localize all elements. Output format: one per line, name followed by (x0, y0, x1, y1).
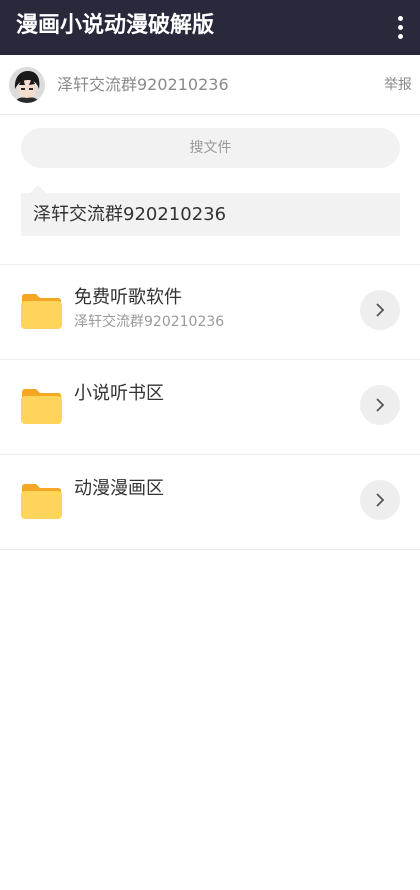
menu-dot (397, 24, 403, 30)
chevron-glyph (376, 493, 385, 507)
avatar[interactable] (9, 67, 45, 103)
owner-row: 泽轩交流群920210236 举报 (0, 55, 420, 115)
divider (0, 549, 420, 550)
folder-title: 免费听歌软件 (74, 287, 182, 308)
search-button[interactable]: 搜文件 (21, 128, 400, 168)
folder-icon (21, 484, 62, 519)
avatar-portrait-icon (9, 67, 45, 103)
folder-icon (21, 389, 62, 424)
folder-item-anime-comics[interactable]: 动漫漫画区 (0, 455, 420, 549)
chevron-right-icon[interactable] (360, 385, 400, 425)
folder-subtitle: 泽轩交流群920210236 (74, 314, 225, 330)
report-link[interactable]: 举报 (384, 75, 412, 95)
menu-dot (397, 33, 403, 39)
chevron-right-icon[interactable] (360, 480, 400, 520)
folder-title: 动漫漫画区 (74, 478, 164, 499)
notice-pointer (30, 185, 46, 193)
folder-item-free-music[interactable]: 免费听歌软件 泽轩交流群920210236 (0, 265, 420, 359)
owner-name: 泽轩交流群920210236 (57, 75, 229, 94)
notice-text: 泽轩交流群920210236 (21, 193, 400, 236)
more-vert-icon[interactable] (390, 12, 410, 42)
folder-item-novel-audiobook[interactable]: 小说听书区 (0, 360, 420, 454)
app-title: 漫画小说动漫破解版 (16, 13, 215, 38)
chevron-right-icon[interactable] (360, 290, 400, 330)
chevron-glyph (376, 398, 385, 412)
chevron-glyph (376, 303, 385, 317)
app-bar: 漫画小说动漫破解版 (0, 0, 420, 55)
menu-dot (397, 15, 403, 21)
folder-title: 小说听书区 (74, 383, 164, 404)
folder-icon (21, 294, 62, 329)
